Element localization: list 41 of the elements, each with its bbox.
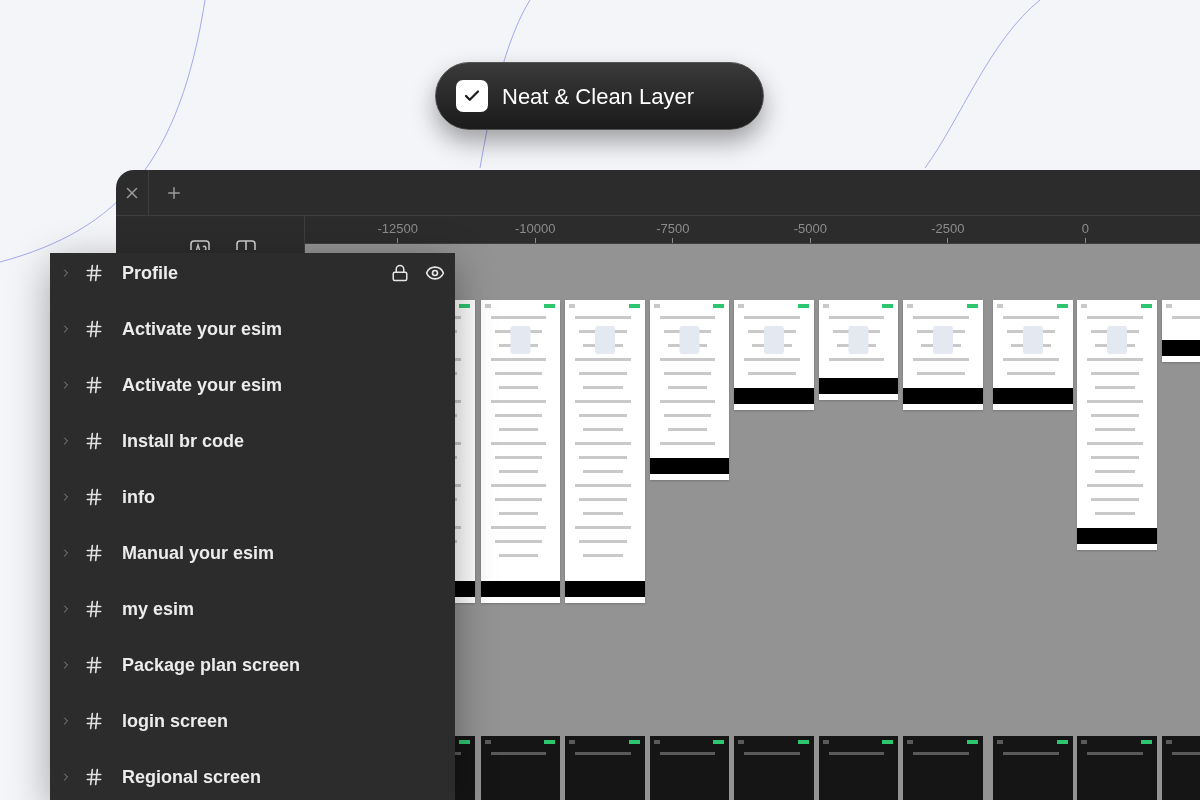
layer-row[interactable]: Manual your esim: [50, 525, 455, 581]
layer-row[interactable]: Install br code: [50, 413, 455, 469]
layer-name: Activate your esim: [122, 373, 283, 397]
layer-name: Activate your esim: [122, 317, 283, 341]
layer-row[interactable]: my esim: [50, 581, 455, 637]
frame-icon: [84, 655, 104, 675]
layer-row[interactable]: Activate your esim: [50, 357, 455, 413]
layer-name: my esim: [122, 597, 195, 621]
frame-icon: [84, 767, 104, 787]
frame-icon: [84, 263, 104, 283]
ruler-label: -12500: [377, 222, 418, 235]
frame-icon: [84, 487, 104, 507]
layer-row[interactable]: login screen: [50, 693, 455, 749]
frame-icon: [84, 599, 104, 619]
eye-icon: [425, 263, 445, 283]
frame-icon: [84, 543, 104, 563]
frame-icon: [84, 375, 104, 395]
layer-name: Profile: [122, 261, 178, 285]
layer-name: Regional screen: [122, 765, 262, 789]
layer-row[interactable]: Activate your esim: [50, 301, 455, 357]
layer-name: login screen: [122, 709, 229, 733]
layer-name: Install br code: [122, 429, 245, 453]
layer-row[interactable]: Package plan screen: [50, 637, 455, 693]
ruler-label: -5000: [793, 222, 827, 235]
ruler-label: -2500: [931, 222, 965, 235]
layer-name: Manual your esim: [122, 541, 275, 565]
layer-row[interactable]: Profile: [50, 253, 455, 301]
ruler-label: -7500: [656, 222, 690, 235]
frame-icon: [84, 711, 104, 731]
layer-name: info: [122, 485, 155, 509]
ruler-label: 0: [1081, 222, 1089, 235]
lock-icon: [391, 264, 409, 282]
frame-icon: [84, 431, 104, 451]
layer-row[interactable]: info: [50, 469, 455, 525]
ruler-label: -10000: [515, 222, 556, 235]
panel-layout-icon[interactable]: [236, 240, 256, 250]
frame-icon: [84, 319, 104, 339]
badge-label: Neat & Clean Layer: [502, 82, 694, 111]
text-style-icon[interactable]: [190, 240, 210, 250]
layer-row[interactable]: Regional screen: [50, 749, 455, 800]
layer-name: Package plan screen: [122, 653, 301, 677]
